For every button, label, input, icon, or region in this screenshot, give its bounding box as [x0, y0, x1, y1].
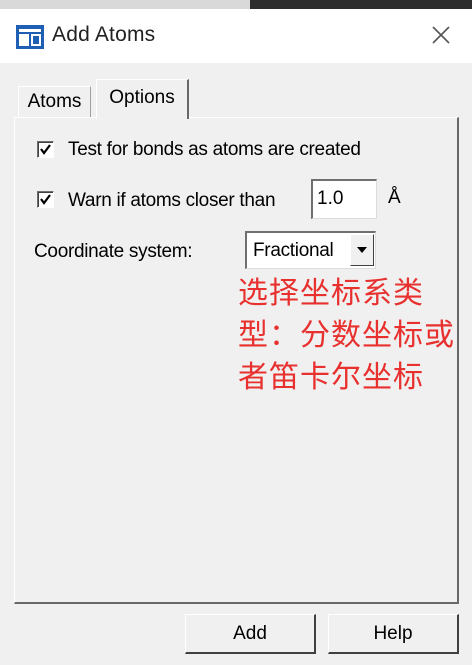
coordinate-system-value: Fractional [253, 240, 334, 261]
background-dark-area [250, 0, 472, 9]
checkmark-icon [40, 144, 51, 155]
distance-unit: Å [388, 187, 401, 208]
dropdown-button[interactable] [350, 234, 374, 266]
coordinate-system-label: Coordinate system: [34, 241, 193, 262]
chevron-down-icon [357, 247, 367, 253]
add-button[interactable]: Add [185, 614, 316, 654]
annotation-text: 选择坐标系类型：分数坐标或者笛卡尔坐标 [238, 276, 455, 395]
tab-atoms[interactable]: Atoms [18, 86, 91, 118]
warn-closer-label: Warn if atoms closer than [68, 190, 276, 211]
test-bonds-label: Test for bonds as atoms are created [68, 139, 361, 160]
checkmark-icon [40, 194, 51, 205]
window-title: Add Atoms [52, 23, 156, 46]
test-bonds-checkbox[interactable] [37, 141, 54, 158]
background-strip [0, 0, 472, 9]
help-button[interactable]: Help [328, 614, 459, 654]
coordinate-system-select[interactable]: Fractional [245, 231, 376, 269]
warn-closer-checkbox[interactable] [37, 191, 54, 208]
close-icon[interactable] [428, 22, 454, 48]
tab-options[interactable]: Options [96, 79, 189, 119]
app-window-icon [16, 25, 44, 49]
distance-input[interactable]: 1.0 [311, 179, 377, 219]
